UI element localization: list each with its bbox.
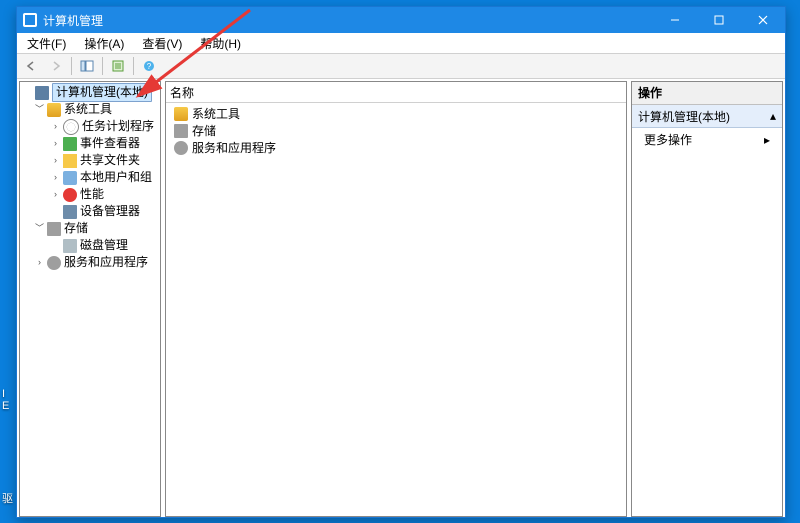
users-icon bbox=[63, 171, 77, 185]
tree-event-viewer[interactable]: › 事件查看器 bbox=[20, 135, 160, 152]
minimize-button[interactable] bbox=[653, 7, 697, 33]
svg-text:?: ? bbox=[147, 62, 152, 71]
disk-icon bbox=[63, 239, 77, 253]
tree-label: 设备管理器 bbox=[80, 203, 140, 220]
list-item-storage[interactable]: 存储 bbox=[166, 122, 626, 139]
help-button[interactable]: ? bbox=[137, 55, 161, 77]
properties-button[interactable] bbox=[106, 55, 130, 77]
back-button[interactable] bbox=[19, 55, 43, 77]
collapse-icon[interactable]: ﹀ bbox=[34, 223, 45, 234]
storage-icon bbox=[174, 124, 188, 138]
list-item-label: 存储 bbox=[192, 122, 216, 139]
collapse-icon[interactable]: ﹀ bbox=[34, 104, 45, 115]
tree-shared-folders[interactable]: › 共享文件夹 bbox=[20, 152, 160, 169]
tree-label: 存储 bbox=[64, 220, 88, 237]
list-item-system-tools[interactable]: 系统工具 bbox=[166, 105, 626, 122]
tree-disk-management[interactable]: 磁盘管理 bbox=[20, 237, 160, 254]
tree-label: 任务计划程序 bbox=[82, 118, 154, 135]
close-button[interactable] bbox=[741, 7, 785, 33]
computer-management-window: 计算机管理 文件(F) 操作(A) 查看(V) 帮助(H) ? bbox=[16, 6, 786, 518]
tree-label: 事件查看器 bbox=[80, 135, 140, 152]
clock-icon bbox=[63, 119, 79, 135]
tree-label: 性能 bbox=[80, 186, 104, 203]
tree-local-users-groups[interactable]: › 本地用户和组 bbox=[20, 169, 160, 186]
menubar: 文件(F) 操作(A) 查看(V) 帮助(H) bbox=[17, 33, 785, 54]
list-pane[interactable]: 名称 系统工具 存储 服务和应用程序 bbox=[165, 81, 627, 517]
toolbar: ? bbox=[17, 54, 785, 79]
tree-label: 系统工具 bbox=[64, 101, 112, 118]
window-title: 计算机管理 bbox=[43, 12, 103, 29]
tree-label: 计算机管理(本地) bbox=[52, 83, 152, 102]
tree-label: 服务和应用程序 bbox=[64, 254, 148, 271]
menu-view[interactable]: 查看(V) bbox=[136, 34, 188, 53]
tools-icon bbox=[47, 103, 61, 117]
list-header-name[interactable]: 名称 bbox=[166, 82, 626, 103]
submenu-arrow-icon: ▸ bbox=[764, 133, 770, 147]
menu-file[interactable]: 文件(F) bbox=[21, 34, 72, 53]
expand-icon[interactable]: › bbox=[50, 121, 61, 132]
desktop-text-fragment: E bbox=[2, 400, 9, 412]
tools-icon bbox=[174, 107, 188, 121]
expand-icon[interactable]: › bbox=[34, 257, 45, 268]
tree-root-computer-management[interactable]: 计算机管理(本地) bbox=[20, 84, 160, 101]
list-item-services-apps[interactable]: 服务和应用程序 bbox=[166, 139, 626, 156]
desktop-text-fragment: 驱 bbox=[2, 490, 13, 506]
tree-services-apps[interactable]: › 服务和应用程序 bbox=[20, 254, 160, 271]
action-label: 更多操作 bbox=[644, 131, 692, 148]
services-icon bbox=[174, 141, 188, 155]
services-icon bbox=[47, 256, 61, 270]
tree-device-manager[interactable]: 设备管理器 bbox=[20, 203, 160, 220]
actions-context[interactable]: 计算机管理(本地) ▴ bbox=[632, 105, 782, 128]
computer-icon bbox=[35, 86, 49, 100]
actions-header: 操作 bbox=[632, 82, 782, 105]
event-icon bbox=[63, 137, 77, 151]
collapse-arrow-icon: ▴ bbox=[770, 109, 776, 123]
desktop-text-fragment: I bbox=[2, 388, 5, 400]
maximize-button[interactable] bbox=[697, 7, 741, 33]
action-more-actions[interactable]: 更多操作 ▸ bbox=[632, 128, 782, 151]
expand-icon[interactable]: › bbox=[50, 172, 61, 183]
forward-button[interactable] bbox=[44, 55, 68, 77]
expand-icon[interactable]: › bbox=[50, 155, 61, 166]
tree-pane[interactable]: 计算机管理(本地) ﹀ 系统工具 › 任务计划程序 › bbox=[19, 81, 161, 517]
titlebar[interactable]: 计算机管理 bbox=[17, 7, 785, 33]
app-icon bbox=[23, 13, 37, 27]
shared-folder-icon bbox=[63, 154, 77, 168]
tree-label: 共享文件夹 bbox=[80, 152, 140, 169]
tree-label: 本地用户和组 bbox=[80, 169, 152, 186]
list-item-label: 服务和应用程序 bbox=[192, 139, 276, 156]
expand-icon[interactable]: › bbox=[50, 138, 61, 149]
tree-task-scheduler[interactable]: › 任务计划程序 bbox=[20, 118, 160, 135]
actions-pane: 操作 计算机管理(本地) ▴ 更多操作 ▸ bbox=[631, 81, 783, 517]
tree-performance[interactable]: › 性能 bbox=[20, 186, 160, 203]
tree-system-tools[interactable]: ﹀ 系统工具 bbox=[20, 101, 160, 118]
list-item-label: 系统工具 bbox=[192, 105, 240, 122]
show-hide-tree-button[interactable] bbox=[75, 55, 99, 77]
expand-icon[interactable]: › bbox=[50, 189, 61, 200]
actions-context-label: 计算机管理(本地) bbox=[638, 108, 730, 125]
storage-icon bbox=[47, 222, 61, 236]
performance-icon bbox=[63, 188, 77, 202]
device-icon bbox=[63, 205, 77, 219]
tree-label: 磁盘管理 bbox=[80, 237, 128, 254]
menu-help[interactable]: 帮助(H) bbox=[194, 34, 247, 53]
menu-action[interactable]: 操作(A) bbox=[78, 34, 130, 53]
tree-storage[interactable]: ﹀ 存储 bbox=[20, 220, 160, 237]
